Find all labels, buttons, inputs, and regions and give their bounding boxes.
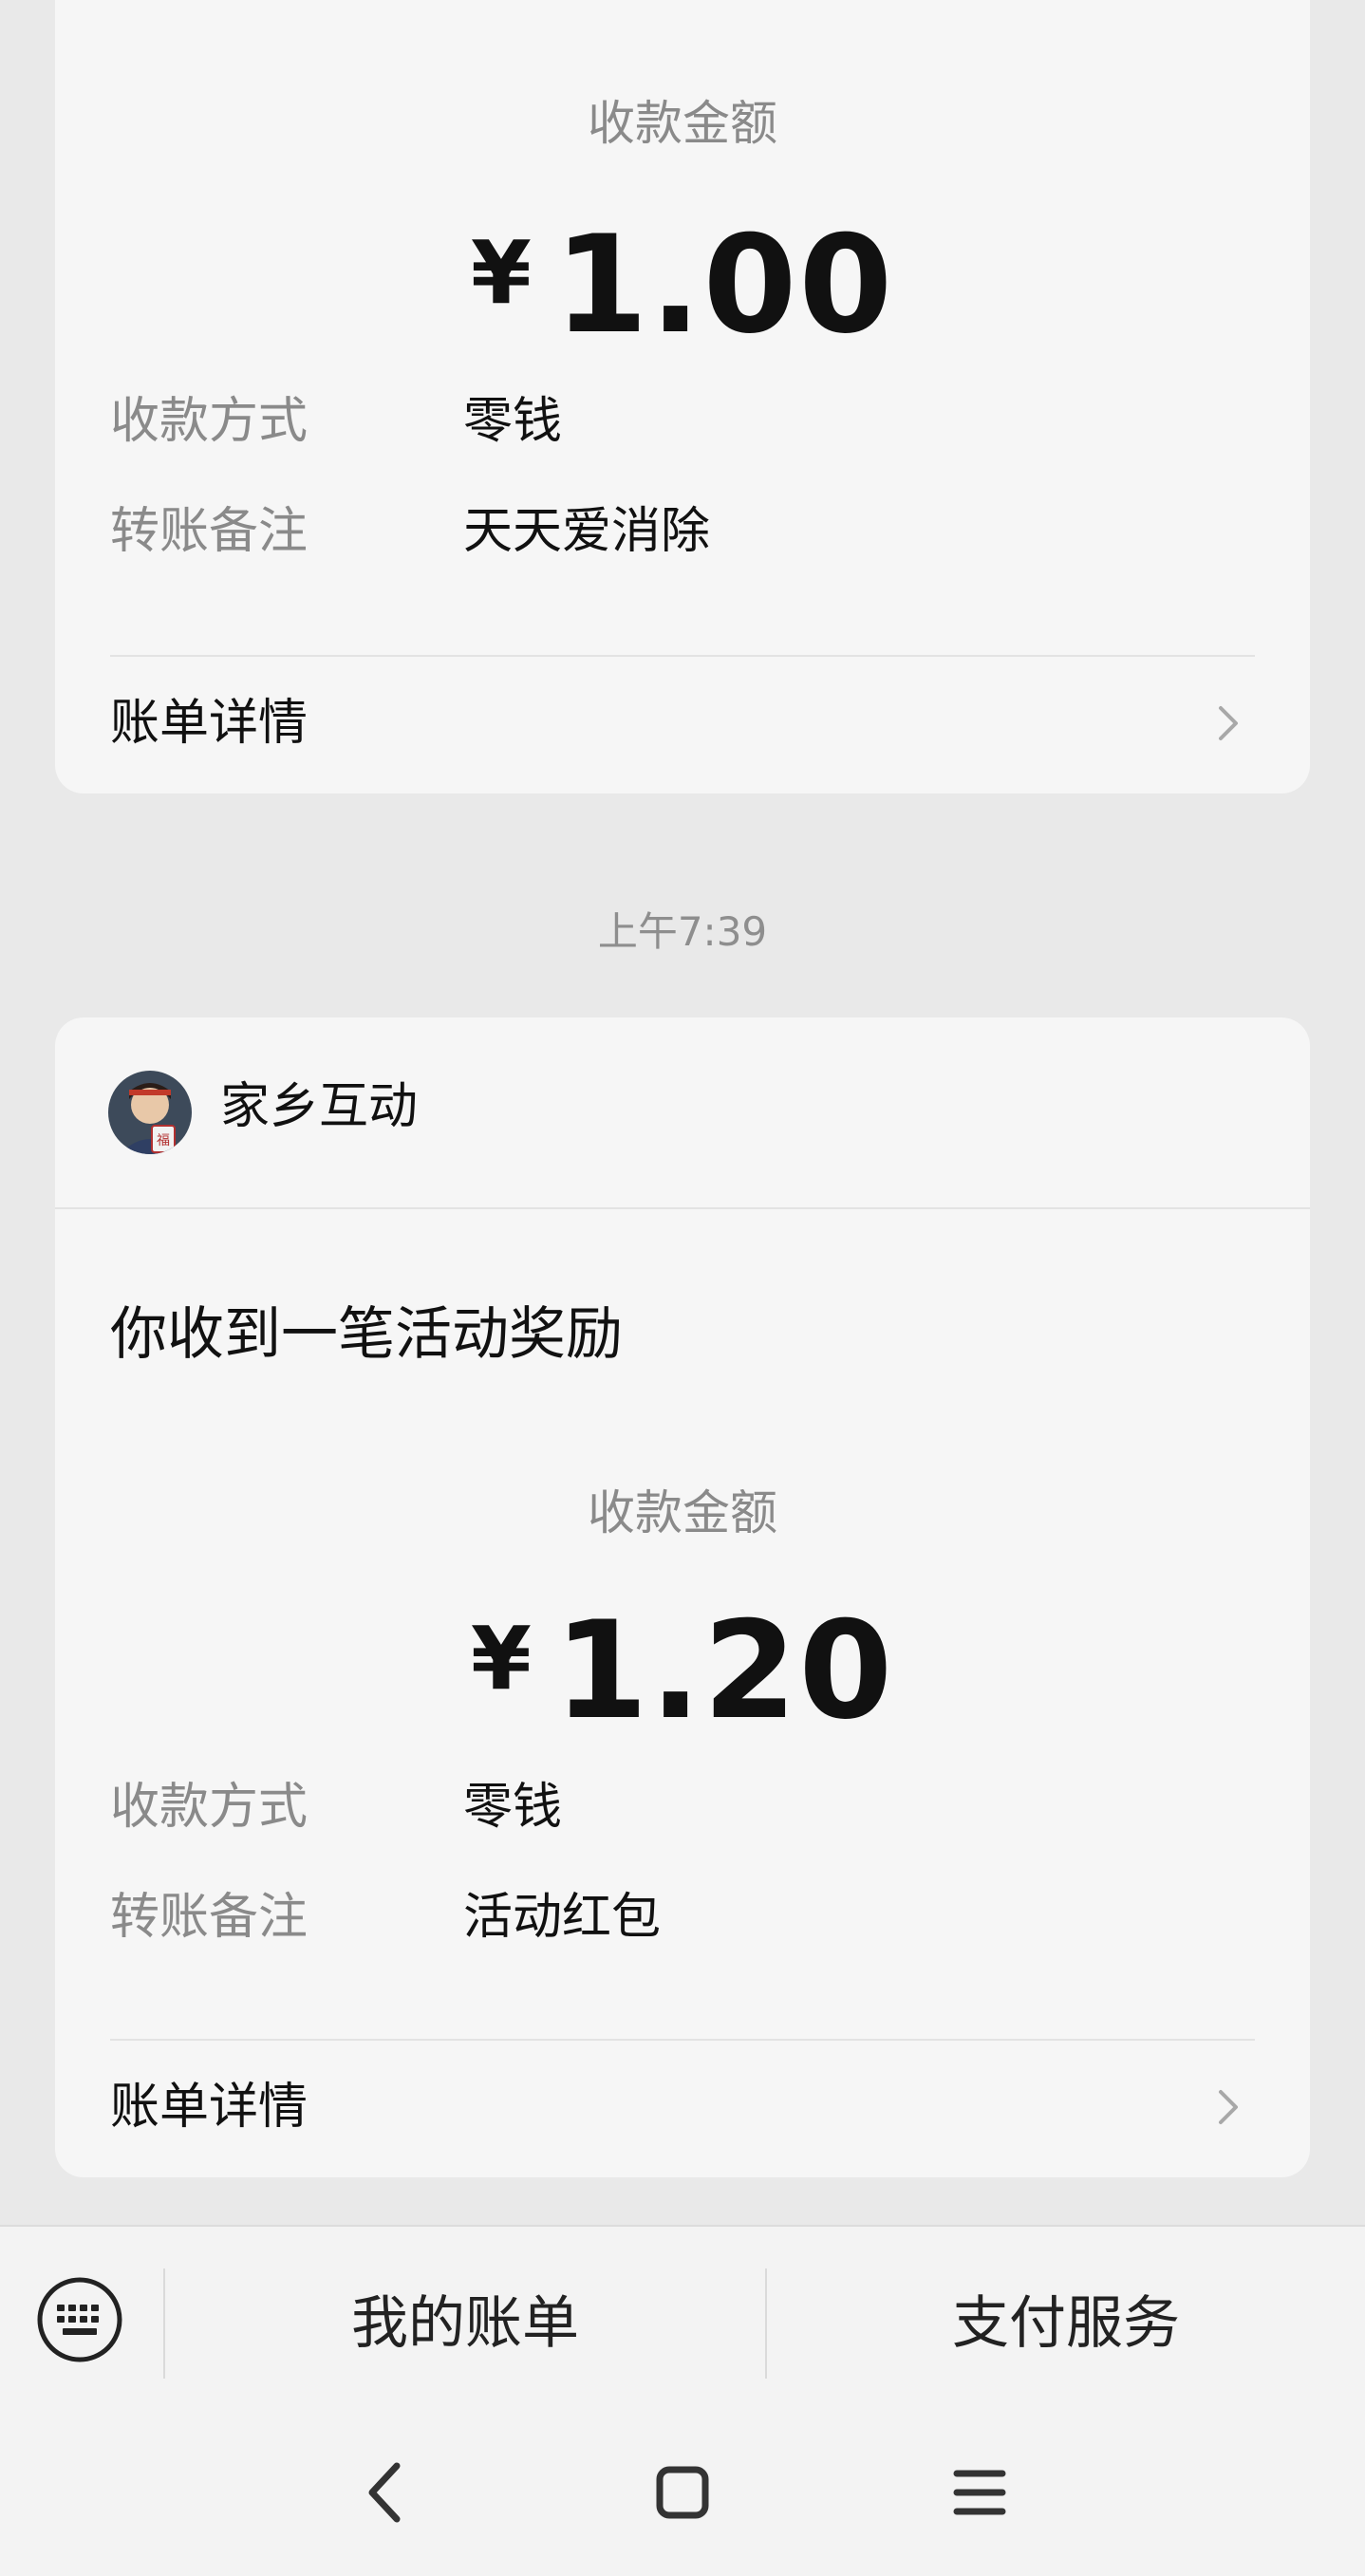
- payment-method-value: 零钱: [463, 1779, 563, 1836]
- amount-value: ¥1.20: [55, 1604, 1310, 1739]
- divider: [110, 655, 1255, 657]
- sender-name: 家乡互动: [220, 1078, 419, 1135]
- amount-label: 收款金额: [588, 96, 777, 151]
- avatar-image: 福: [108, 1071, 192, 1154]
- transfer-note-value: 活动红包: [463, 1889, 662, 1946]
- back-icon[interactable]: [328, 2434, 446, 2551]
- transfer-note-value: 天天爱消除: [463, 503, 711, 560]
- home-icon[interactable]: [624, 2434, 741, 2551]
- chevron-right-icon: [1219, 706, 1238, 740]
- payment-card-1: 收款金额 ¥1.00 收款方式 零钱 转账备注 天天爱消除 账单详情: [55, 0, 1310, 793]
- message-timestamp: 上午7:39: [597, 908, 768, 955]
- amount-number: 1.20: [553, 1593, 895, 1749]
- payment-method-value: 零钱: [463, 393, 563, 450]
- amount-number: 1.00: [553, 207, 895, 364]
- bill-details-label: 账单详情: [110, 695, 309, 752]
- transfer-note-label: 转账备注: [110, 1889, 309, 1946]
- chevron-right-icon: [1219, 2090, 1238, 2124]
- transfer-note-label: 转账备注: [110, 503, 309, 560]
- card-header[interactable]: 福 家乡互动: [55, 1017, 1310, 1209]
- bill-details-link[interactable]: 账单详情: [110, 685, 1255, 761]
- divider: [110, 2039, 1255, 2041]
- payment-services-button[interactable]: 支付服务: [767, 2265, 1365, 2382]
- my-bills-button[interactable]: 我的账单: [165, 2265, 765, 2382]
- payment-card-2: 福 家乡互动 你收到一笔活动奖励 收款金额 ¥1.20 收款方式 零钱 转账备注…: [55, 1017, 1310, 2177]
- menu-icon[interactable]: [921, 2434, 1038, 2551]
- amount-label: 收款金额: [588, 1485, 777, 1540]
- avatar: 福: [108, 1071, 192, 1154]
- bill-details-link[interactable]: 账单详情: [110, 2069, 1255, 2145]
- bill-details-label: 账单详情: [110, 2079, 309, 2136]
- message-headline: 你收到一笔活动奖励: [110, 1301, 623, 1368]
- bottom-menu-bar: 我的账单 支付服务: [0, 2225, 1365, 2576]
- payment-method-label: 收款方式: [110, 1779, 309, 1836]
- keyboard-icon[interactable]: [36, 2276, 123, 2363]
- payment-method-label: 收款方式: [110, 393, 309, 450]
- amount-value: ¥1.00: [55, 218, 1310, 353]
- currency-symbol: ¥: [470, 1608, 533, 1709]
- svg-text:福: 福: [157, 1133, 170, 1148]
- currency-symbol: ¥: [470, 222, 533, 324]
